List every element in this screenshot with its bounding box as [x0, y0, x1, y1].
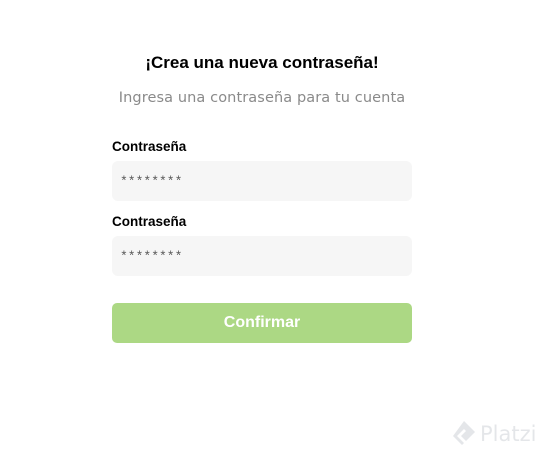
password-input[interactable] — [112, 161, 412, 201]
page-subtitle: Ingresa una contraseña para tu cuenta — [118, 90, 406, 106]
confirm-button[interactable]: Confirmar — [112, 303, 412, 343]
password-label: Contraseña — [112, 139, 187, 154]
confirm-password-label: Contraseña — [112, 214, 187, 229]
page-title: ¡Crea una nueva contraseña! — [145, 53, 379, 72]
watermark-text: Platzi — [480, 422, 537, 446]
platzi-logo-icon — [453, 421, 475, 445]
platzi-watermark: Platzi — [452, 420, 536, 448]
confirm-password-input[interactable] — [112, 236, 412, 276]
